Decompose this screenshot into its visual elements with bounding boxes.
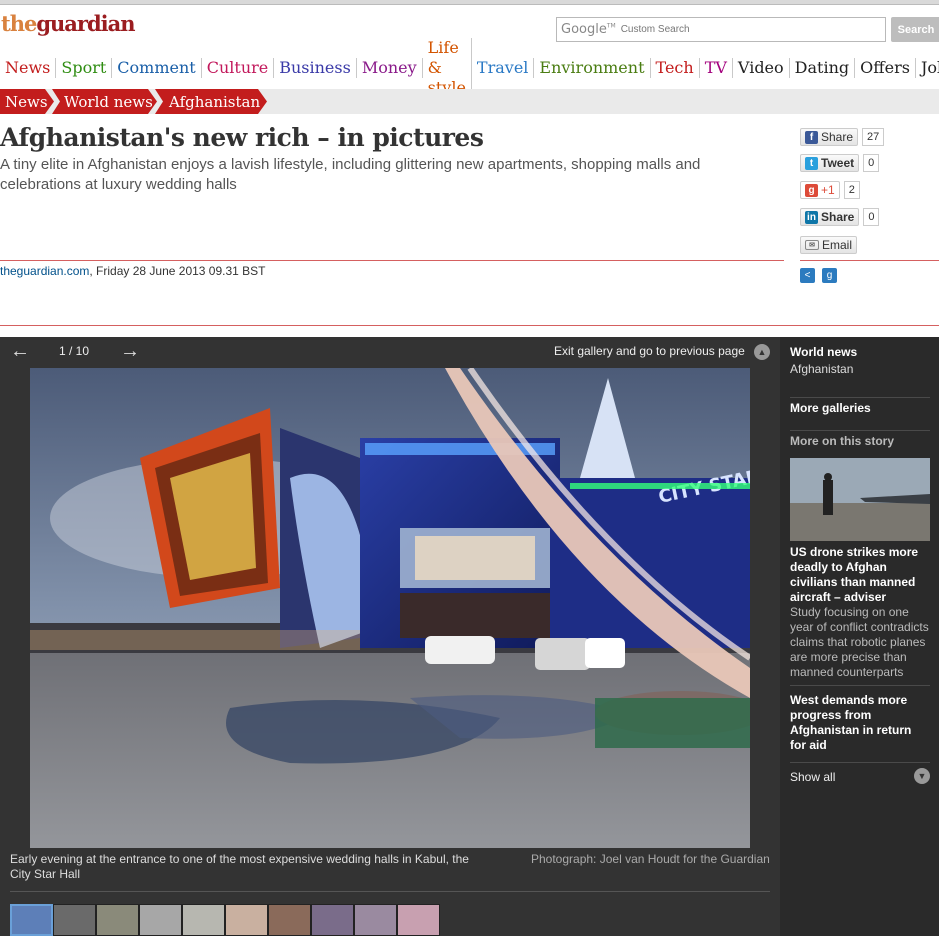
nav-item-offers[interactable]: Offers: [855, 58, 916, 78]
sidebar-section-title[interactable]: World news: [790, 345, 857, 359]
gplus-button[interactable]: g +1: [800, 181, 840, 199]
gallery-thumbnail[interactable]: [96, 904, 139, 936]
twitter-row: t Tweet 0: [800, 154, 880, 172]
divider: [10, 891, 770, 892]
photo-caption: Early evening at the entrance to one of …: [10, 852, 469, 881]
linkedin-row: in Share 0: [800, 208, 880, 226]
nav-item-news[interactable]: News: [0, 58, 57, 78]
share-tools: < g: [800, 268, 837, 283]
logo-guardian: guardian: [36, 11, 135, 36]
standfirst: A tiny elite in Afghanistan enjoys a lav…: [0, 156, 701, 193]
gplus-count: 2: [843, 181, 860, 199]
divider: [0, 325, 939, 326]
nav-item-sport[interactable]: Sport: [56, 58, 113, 78]
byline-date: , Friday 28 June 2013 09.31 BST: [89, 264, 266, 278]
sidebar-section-sub[interactable]: Afghanistan: [790, 362, 853, 376]
show-all-link[interactable]: Show all: [790, 770, 835, 784]
nav-item-environment[interactable]: Environment: [534, 58, 651, 78]
envelope-icon: ✉: [805, 240, 819, 250]
previous-arrow-icon[interactable]: ←: [10, 341, 30, 361]
gallery-thumbnail[interactable]: [397, 904, 440, 936]
nav-item-business[interactable]: Business: [274, 58, 357, 78]
nav-item-video[interactable]: Video: [733, 58, 790, 78]
nav-item-jobs[interactable]: Jobs: [916, 58, 939, 78]
divider: [790, 397, 930, 398]
nav-item-travel[interactable]: Travel: [472, 58, 535, 78]
search-placeholder: Custom Search: [620, 24, 690, 35]
google-share-icon[interactable]: g: [822, 268, 837, 283]
byline-site-link[interactable]: theguardian.com: [0, 264, 89, 278]
breadcrumb-afghanistan[interactable]: Afghanistan: [155, 89, 267, 114]
next-arrow-icon[interactable]: →: [120, 341, 140, 361]
linkedin-count: 0: [863, 208, 880, 226]
gallery-thumbnail[interactable]: [182, 904, 225, 936]
divider: [790, 762, 930, 763]
story1-desc: Study focusing on one year of conflict c…: [790, 605, 929, 679]
search-input[interactable]: GoogleTM Custom Search: [556, 17, 886, 42]
linkedin-share-button[interactable]: in Share: [800, 208, 860, 226]
thumbnail-strip: [10, 904, 440, 936]
gallery-controls: ← 1 / 10 → Exit gallery and go to previo…: [0, 337, 780, 367]
search-button[interactable]: Search: [891, 17, 939, 42]
gplus-icon: g: [805, 183, 818, 197]
email-button[interactable]: ✉ Email: [800, 236, 858, 254]
breadcrumb: News World news Afghanistan: [0, 89, 939, 114]
eject-icon[interactable]: ▲: [754, 344, 770, 360]
gallery-thumbnail[interactable]: [268, 904, 311, 936]
story2-title[interactable]: West demands more progress from Afghanis…: [790, 693, 930, 753]
gallery-thumbnail[interactable]: [354, 904, 397, 936]
facebook-share-button[interactable]: f Share: [800, 128, 859, 146]
exit-gallery-link[interactable]: Exit gallery and go to previous page: [554, 344, 745, 358]
gallery-thumbnail[interactable]: [139, 904, 182, 936]
drone-story-image[interactable]: [790, 458, 930, 541]
facebook-row: f Share 27: [800, 128, 885, 146]
logo-the: the: [1, 11, 37, 36]
gallery-photo: CITY STAR: [30, 368, 750, 848]
guardian-logo[interactable]: theguardian: [1, 11, 136, 36]
more-galleries-link[interactable]: More galleries: [790, 401, 871, 415]
byline: theguardian.com, Friday 28 June 2013 09.…: [0, 264, 266, 278]
main-navigation: News Sport Comment Culture Business Money Life…: [0, 38, 939, 98]
nav-item-comment[interactable]: Comment: [112, 58, 202, 78]
nav-item-culture[interactable]: Culture: [202, 58, 275, 78]
gallery-thumbnail[interactable]: [10, 904, 53, 936]
twitter-icon: t: [805, 156, 818, 170]
page-title: Afghanistan's new rich – in pictures: [0, 123, 484, 152]
gallery-thumbnail[interactable]: [311, 904, 354, 936]
story1-title[interactable]: US drone strikes more deadly to Afghan c…: [790, 545, 930, 605]
breadcrumb-world-news[interactable]: World news: [52, 89, 157, 114]
share-icon[interactable]: <: [800, 268, 815, 283]
gallery: ← 1 / 10 → Exit gallery and go to previo…: [0, 337, 939, 936]
browser-top-strip: [0, 0, 939, 5]
divider: [0, 260, 784, 261]
expand-icon[interactable]: ▼: [914, 768, 930, 784]
photo-credit: Photograph: Joel van Houdt for the Guard…: [531, 852, 770, 866]
gallery-counter: 1 / 10: [59, 344, 90, 358]
nav-item-tech[interactable]: Tech: [651, 58, 700, 78]
linkedin-icon: in: [805, 210, 818, 224]
tweet-count: 0: [863, 154, 880, 172]
more-on-story-heading: More on this story: [790, 434, 895, 448]
tweet-button[interactable]: t Tweet: [800, 154, 860, 172]
google-logo: GoogleTM: [561, 22, 616, 37]
gallery-thumbnail[interactable]: [53, 904, 96, 936]
email-row: ✉ Email: [800, 236, 858, 254]
divider: [790, 685, 930, 686]
drone-photo: [790, 458, 930, 541]
breadcrumb-news[interactable]: News: [0, 89, 54, 114]
nav-item-dating[interactable]: Dating: [790, 58, 856, 78]
nav-item-money[interactable]: Money: [357, 58, 423, 78]
facebook-count: 27: [862, 128, 885, 146]
gallery-thumbnail[interactable]: [225, 904, 268, 936]
facebook-icon: f: [805, 130, 818, 144]
wedding-hall-photo: CITY STAR: [30, 368, 750, 848]
divider: [800, 260, 939, 261]
nav-item-tv[interactable]: TV: [700, 58, 733, 78]
divider: [790, 430, 930, 431]
gplus-row: g +1 2: [800, 181, 860, 199]
gallery-sidebar: World news Afghanistan More galleries Mo…: [780, 337, 939, 936]
